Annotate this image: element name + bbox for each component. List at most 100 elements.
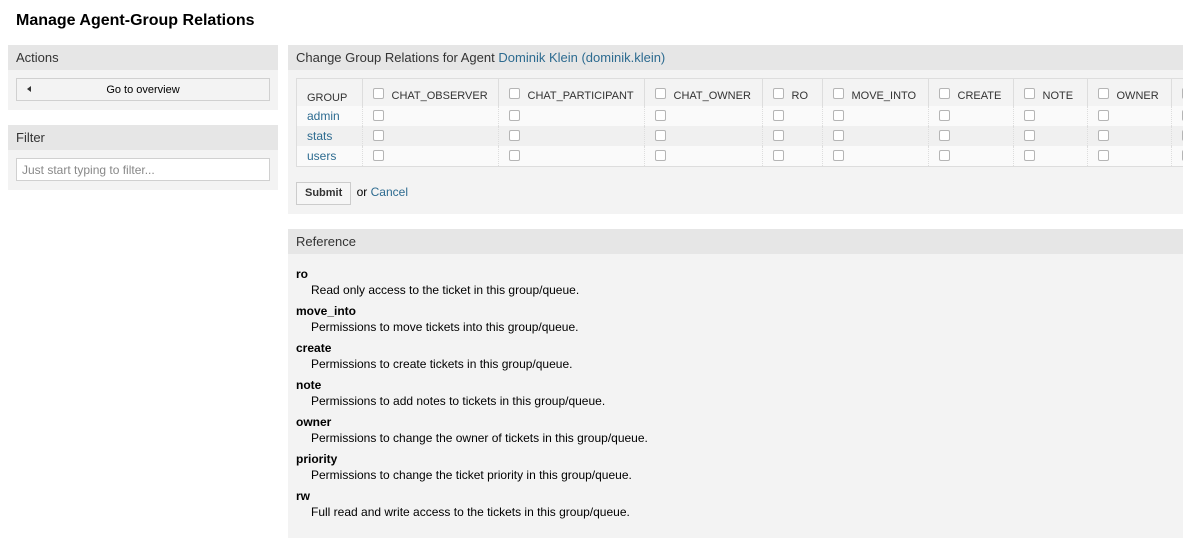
permission-cell — [644, 146, 763, 167]
filter-header: Filter — [8, 125, 278, 150]
table-header-row: GROUP CHAT_OBSERVER CHAT_PARTICIPANT CHA… — [297, 79, 1183, 106]
permission-cell — [1171, 146, 1183, 167]
permission-checkbox[interactable] — [1023, 110, 1035, 122]
reference-item: move_into Permissions to move tickets int… — [296, 304, 1175, 335]
permission-checkbox[interactable] — [1097, 130, 1109, 142]
reference-term: priority — [296, 451, 338, 466]
triangle-left-icon — [27, 86, 31, 92]
table-row: users — [297, 146, 1183, 167]
permission-checkbox[interactable] — [772, 130, 784, 142]
permission-cell — [1013, 126, 1088, 146]
permission-checkbox[interactable] — [832, 150, 844, 162]
form-actions: Submit or Cancel — [296, 181, 1183, 205]
reference-item: ro Read only access to the ticket in this… — [296, 267, 1175, 298]
group-link[interactable]: users — [307, 149, 336, 163]
select-all-checkbox[interactable] — [372, 88, 384, 100]
group-cell: users — [297, 146, 363, 167]
permission-cell — [1013, 146, 1088, 167]
permission-checkbox[interactable] — [1181, 110, 1183, 122]
permission-checkbox[interactable] — [1023, 150, 1035, 162]
permission-cell — [822, 146, 929, 167]
group-cell: stats — [297, 126, 363, 146]
select-all-checkbox[interactable] — [772, 88, 784, 100]
select-all-checkbox[interactable] — [1023, 88, 1035, 100]
permission-checkbox[interactable] — [1181, 150, 1183, 162]
actions-header: Actions — [8, 45, 278, 70]
group-link[interactable]: stats — [307, 129, 332, 143]
permission-cell — [362, 146, 499, 167]
go-to-overview-button[interactable]: Go to overview — [16, 78, 270, 101]
permission-checkbox[interactable] — [654, 130, 666, 142]
reference-item: rw Full read and write access to the tick… — [296, 489, 1175, 520]
permission-cell — [362, 126, 499, 146]
reference-item: create Permissions to create tickets in t… — [296, 341, 1175, 372]
permission-cell — [928, 146, 1014, 167]
permission-checkbox[interactable] — [1023, 130, 1035, 142]
permission-checkbox[interactable] — [938, 150, 950, 162]
select-all-checkbox[interactable] — [832, 88, 844, 100]
go-to-overview-label: Go to overview — [106, 83, 180, 96]
permission-cell — [1087, 126, 1172, 146]
permission-checkbox[interactable] — [1097, 150, 1109, 162]
permission-cell — [928, 126, 1014, 146]
permission-cell — [1087, 106, 1172, 126]
reference-description: Full read and write access to the ticket… — [311, 504, 630, 519]
permission-cell — [762, 146, 823, 167]
main-content: Change Group Relations for Agent Dominik… — [288, 45, 1183, 538]
reference-description: Permissions to change the owner of ticke… — [311, 430, 648, 445]
permission-cell — [822, 126, 929, 146]
cancel-link[interactable]: Cancel — [371, 185, 408, 199]
permission-checkbox[interactable] — [832, 130, 844, 142]
permission-checkbox[interactable] — [508, 130, 520, 142]
agent-link[interactable]: Dominik Klein (dominik.klein) — [498, 50, 665, 65]
column-header-chat-owner: CHAT_OWNER — [644, 79, 763, 106]
permission-checkbox[interactable] — [938, 110, 950, 122]
permission-checkbox[interactable] — [372, 130, 384, 142]
table-row: stats — [297, 126, 1183, 146]
or-text: or — [356, 184, 368, 199]
reference-list: ro Read only access to the ticket in this… — [288, 254, 1183, 538]
column-header-chat-participant: CHAT_PARTICIPANT — [498, 79, 645, 106]
reference-term: create — [296, 340, 332, 355]
permission-checkbox[interactable] — [1181, 130, 1183, 142]
group-cell: admin — [297, 106, 363, 126]
permission-checkbox[interactable] — [508, 110, 520, 122]
permission-checkbox[interactable] — [772, 150, 784, 162]
reference-description: Permissions to create tickets in this gr… — [311, 356, 573, 371]
permission-checkbox[interactable] — [1097, 110, 1109, 122]
reference-term: rw — [296, 488, 311, 503]
permission-cell — [928, 106, 1014, 126]
permission-cell — [644, 106, 763, 126]
reference-item: note Permissions to add notes to tickets … — [296, 378, 1175, 409]
permission-cell — [498, 126, 645, 146]
permission-checkbox[interactable] — [508, 150, 520, 162]
submit-button[interactable]: Submit — [296, 181, 352, 205]
reference-term: ro — [296, 266, 308, 281]
permission-checkbox[interactable] — [654, 110, 666, 122]
permission-checkbox[interactable] — [938, 130, 950, 142]
group-link[interactable]: admin — [307, 109, 340, 123]
select-all-checkbox[interactable] — [938, 88, 950, 100]
select-all-checkbox[interactable] — [654, 88, 666, 100]
select-all-checkbox[interactable] — [1097, 88, 1109, 100]
permission-checkbox[interactable] — [372, 110, 384, 122]
group-relations-header: Change Group Relations for Agent Dominik… — [288, 45, 1183, 70]
reference-panel: Reference ro Read only access to the tick… — [288, 228, 1183, 538]
permission-cell — [498, 106, 645, 126]
permission-cell — [498, 146, 645, 167]
filter-input[interactable] — [16, 158, 270, 181]
column-header-move-into: MOVE_INTO — [822, 79, 929, 106]
permission-checkbox[interactable] — [772, 110, 784, 122]
permission-checkbox[interactable] — [372, 150, 384, 162]
table-row: admin — [297, 106, 1183, 126]
permission-cell — [1171, 126, 1183, 146]
reference-description: Permissions to move tickets into this gr… — [311, 319, 579, 334]
permission-cell — [762, 126, 823, 146]
select-all-checkbox[interactable] — [1181, 88, 1183, 100]
reference-item: owner Permissions to change the owner of … — [296, 415, 1175, 446]
permission-checkbox[interactable] — [832, 110, 844, 122]
select-all-checkbox[interactable] — [508, 88, 520, 100]
reference-description: Permissions to add notes to tickets in t… — [311, 393, 606, 408]
permission-checkbox[interactable] — [654, 150, 666, 162]
header-prefix: Change Group Relations for Agent — [296, 50, 495, 65]
